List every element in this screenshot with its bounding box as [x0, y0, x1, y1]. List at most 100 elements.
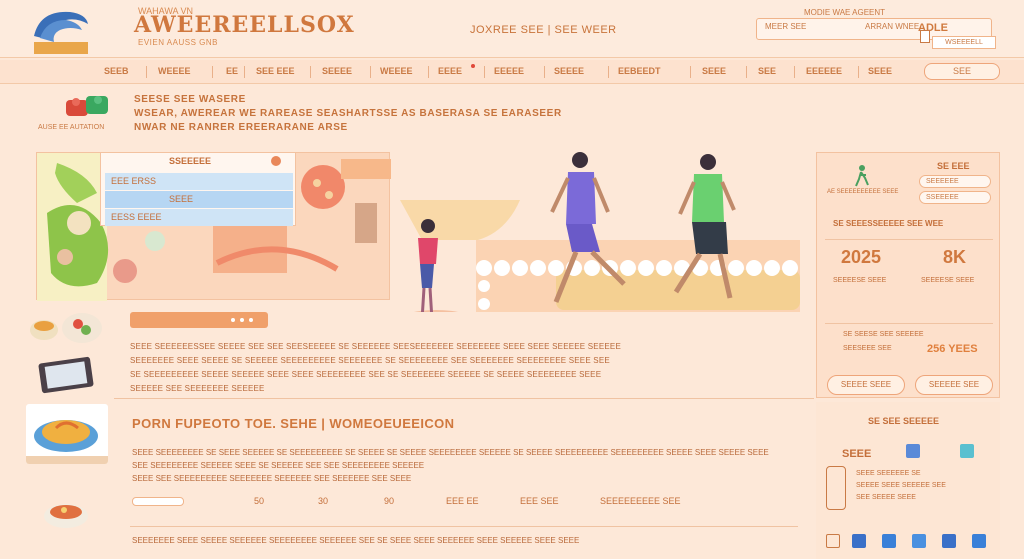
nav-item[interactable]: EEEEEE	[806, 66, 842, 76]
nav-item[interactable]: EEBEEDT	[618, 66, 661, 76]
login-button[interactable]: WSEEEELL	[932, 36, 996, 49]
nav-separator	[746, 66, 747, 78]
dropdown-header: SSEEEEE	[169, 156, 212, 166]
nav-item[interactable]: SEE	[758, 66, 776, 76]
stat-label: SEEEESE SEEE	[833, 277, 887, 284]
dropdown-option[interactable]: EEE ERSS	[105, 173, 293, 190]
close-icon[interactable]	[271, 156, 281, 166]
nav-item[interactable]: WEEEE	[158, 66, 191, 76]
nav-separator	[608, 66, 609, 78]
nav-item[interactable]: SEEE	[868, 66, 892, 76]
header-info-cell[interactable]: MEER SEE	[765, 22, 806, 31]
runner-icon	[855, 165, 869, 187]
services-side-panel: SE SEE SEEEEE SEEE SEEE SEEEEEE SE SEEEE…	[816, 402, 1000, 559]
section-title[interactable]: PORN FUPEOTO TOE. SEHE | WOMEOEUEEICON	[132, 416, 454, 431]
nav-item[interactable]: SEEE	[702, 66, 726, 76]
panel-input[interactable]: SEEEEEE	[919, 175, 991, 188]
header-info-cell[interactable]: ARRAN WNEE	[865, 22, 919, 31]
panel-line: SEEE SEEEEEE SE	[856, 470, 921, 477]
site-title[interactable]: AWEEREELLSOX	[134, 12, 355, 38]
food-bowls-thumbnail[interactable]	[26, 306, 108, 350]
article-line: SEEEEEEE SEEE SEEEE SE SEEEEE SEEEEEEEEE…	[130, 356, 610, 365]
panel-button[interactable]: SEEEE SEEE	[827, 375, 905, 395]
nav-separator	[244, 66, 245, 78]
nav-separator	[794, 66, 795, 78]
article-header-bar[interactable]	[130, 312, 268, 328]
notice-caption: AUSE EE AUTATION	[38, 124, 105, 131]
document-icon	[920, 30, 930, 43]
hero-runners-illustration	[400, 152, 800, 312]
nav-item[interactable]: SEEEE	[554, 66, 584, 76]
phones-icon	[66, 96, 108, 116]
dropdown-option[interactable]: EESS EEEE	[105, 209, 293, 226]
app-icon[interactable]	[882, 534, 896, 548]
notice-line: SEESE SEE WASERE	[134, 94, 246, 105]
soup-dish-thumbnail[interactable]	[26, 482, 108, 542]
header-center-links[interactable]: JOXREE SEE | SEE WEER	[470, 24, 617, 36]
stats-side-panel: SE EEE AE SEEEEEEEEEE SEEE SEEEEEE SSEEE…	[816, 152, 1000, 398]
promo-highlight: 256 YEES	[927, 343, 978, 355]
nav-item[interactable]: SEEEE	[322, 66, 352, 76]
section-footer: SEEEEEEE SEEE SEEEE SEEEEEE SEEEEEEEE SE…	[132, 536, 580, 545]
app-icon[interactable]	[826, 534, 840, 548]
nav-item[interactable]: EEEE	[438, 66, 462, 76]
section-stat: EEE EE	[446, 496, 479, 506]
notice-line: WSEAR, AWEREAR WE RAREASE SEASHARTSSE AS…	[134, 108, 562, 119]
nav-separator	[310, 66, 311, 78]
section-line: SEEE SEEEEEEEE SE SEEE SEEEEE SE SEEEEEE…	[132, 448, 769, 457]
grid-icon[interactable]	[906, 444, 920, 458]
wave-logo-icon[interactable]	[30, 6, 92, 54]
nav-action-button[interactable]: SEE	[924, 63, 1000, 80]
app-icon[interactable]	[912, 534, 926, 548]
article-line: SEEEEE SEE SEEEEEEE SEEEEE	[130, 384, 265, 393]
section-stat: 30	[318, 496, 329, 506]
site-header: WAHAWA VN AWEEREELLSOX EVIEN AAUSS GNB J…	[0, 0, 1024, 58]
panel-label: SE EEE	[937, 161, 970, 171]
section-divider	[114, 398, 814, 399]
section-line: SEEE SEE SEEEEEEEEE SEEEEEEE SEEEEEE SEE…	[132, 474, 412, 483]
nav-separator	[428, 66, 429, 78]
app-icon[interactable]	[942, 534, 956, 548]
nav-item[interactable]: SEE EEE	[256, 66, 295, 76]
promo-text: SE SEESE SEE SEEEEE	[843, 331, 924, 338]
divider	[825, 239, 993, 240]
section-stat: 50	[254, 496, 265, 506]
panel-line: SEEEE SEEE SEEEEE SEE	[856, 482, 946, 489]
nav-item[interactable]: EEEEE	[494, 66, 524, 76]
nav-separator	[690, 66, 691, 78]
panel-button[interactable]: SEEEEE SEE	[915, 375, 993, 395]
nav-separator	[146, 66, 147, 78]
section-line: SEE SEEEEEEEE SEEEEE SEEE SE SEEEEE SEE …	[132, 461, 425, 470]
header-top-right-text: MODIE WAE AGEENT	[804, 8, 886, 17]
promo-text: SEESEEE SEE	[843, 345, 892, 352]
section-stat: 90	[384, 496, 395, 506]
panel-input[interactable]: SSEEEEE	[919, 191, 991, 204]
progress-field[interactable]	[132, 497, 184, 506]
panel-headline: SE SEEESSEEEEE SEE WEE	[833, 219, 944, 228]
pasta-dish-thumbnail[interactable]	[26, 404, 108, 464]
dropdown-option-selected[interactable]: SEEE	[105, 191, 293, 208]
article-line: SE SEEEEEEEEE SEEEE SEEEEE SEEE SEEE SEE…	[130, 370, 602, 379]
nav-item[interactable]: SEEB	[104, 66, 129, 76]
recycle-icon[interactable]	[960, 444, 974, 458]
more-dots-icon[interactable]	[230, 317, 260, 323]
notice-line: NWAR NE RANRER EREERARANE ARSE	[134, 122, 348, 133]
map-dropdown[interactable]: SSEEEEE EEE ERSS SEEE EESS EEEE	[100, 152, 296, 226]
app-icon[interactable]	[852, 534, 866, 548]
main-nav: SEEB WEEEE EE SEE EEE SEEEE WEEEE EEEE E…	[0, 60, 1024, 84]
panel-caption: SEEE	[842, 448, 872, 460]
section-stat: SEEEEEEEEE SEE	[600, 496, 681, 506]
nav-separator	[484, 66, 485, 78]
article-line: SEEE SEEEEEESSEE SEEEE SEE SEE SEESEEEEE…	[130, 342, 621, 351]
nav-item[interactable]: WEEEE	[380, 66, 413, 76]
notice-banner: AUSE EE AUTATION SEESE SEE WASERE WSEAR,…	[0, 86, 1024, 146]
divider	[130, 526, 798, 527]
nav-separator	[212, 66, 213, 78]
stat-value: 2025	[841, 247, 882, 267]
app-icon[interactable]	[972, 534, 986, 548]
nav-item[interactable]: EE	[226, 66, 238, 76]
tablet-thumbnail[interactable]	[26, 352, 108, 396]
stat-value: 8K	[943, 247, 967, 267]
section-stat: EEE SEE	[520, 496, 559, 506]
notification-dot	[471, 64, 475, 68]
